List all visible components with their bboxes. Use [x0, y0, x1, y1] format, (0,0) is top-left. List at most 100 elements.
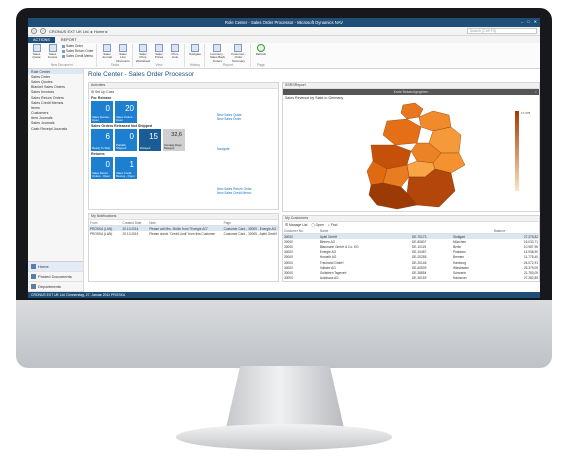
ribbon-group-label: View	[155, 63, 163, 68]
monitor-stand-neck	[226, 366, 344, 428]
my-customers-panel: My Customers ☰ Manage List ▢ Open ⌕ Find…	[282, 215, 540, 282]
home-icon	[31, 264, 36, 269]
table-cell: PROSKA (LAN)	[90, 231, 113, 236]
navigate-link[interactable]: Navigate	[217, 147, 230, 151]
ribbon-group-view: Sales Price Worksheet Sales Prices Price…	[136, 44, 186, 68]
cue-links: New Sales Quote New Sales Order	[217, 113, 242, 122]
manage-list-button[interactable]: ☰ Manage List	[285, 223, 307, 227]
cue-tile-sales-return-orders-open[interactable]: 0 Sales Return Orders - Open	[91, 157, 113, 179]
customers-table: Customer No. Name Balance 30000 Apfel GmbH D…	[283, 228, 539, 282]
minimize-button[interactable]: –	[521, 19, 523, 24]
table-body: 30000 Apfel GmbH DE-70173 Stuttgart 27.275,8…	[283, 233, 539, 282]
back-icon[interactable]: ‹	[31, 28, 37, 34]
table-cell: 22.354,15	[493, 281, 539, 282]
forward-icon[interactable]: ›	[40, 28, 46, 34]
ribbon-group-label: Tasks	[110, 63, 120, 68]
status-bar: CRONUS EXT UK Ltd. Donnerstag, 27. Janua…	[28, 292, 540, 298]
cue-tile-average-days-delayed[interactable]: 32,6 Average Days Delayed	[163, 129, 185, 151]
ribbon: Sales Quote Sales Invoice Sales Order Sa…	[28, 43, 540, 69]
monitor-chin	[16, 300, 552, 368]
monitor-stand-foot	[176, 424, 392, 450]
new-sales-order-link[interactable]: New Sales Order	[217, 117, 242, 121]
close-button[interactable]: ✕	[534, 19, 537, 24]
sales-return-order-button[interactable]: Sales Return Order	[62, 49, 93, 53]
map-region[interactable]	[382, 118, 422, 146]
map-regions	[366, 102, 466, 210]
cue-tile-sales-orders-open[interactable]: 20 Sales Orders - Open	[115, 101, 137, 123]
sales-credit-memo-button[interactable]: Sales Credit Memo	[62, 54, 93, 58]
customer-order-summary-button[interactable]: Customer - Order Summary	[229, 44, 247, 63]
sidebar-item[interactable]: Cash Receipt Journals	[28, 126, 83, 131]
cue-group-for-release: 0 Sales Quotes - Open 20 Sales Orders - Op…	[89, 101, 278, 123]
page-title: Role Center - Sales Order Processor	[88, 71, 195, 78]
sales-prices-button[interactable]: Sales Prices	[152, 44, 165, 63]
sales-journal-button[interactable]: Sales Journal	[100, 44, 113, 63]
ribbon-group-label: History	[190, 63, 200, 67]
cue-group-released: 6 Ready To Ship 0 Partially Shipped 15 Dela…	[89, 129, 278, 151]
window-controls: – □ ✕	[521, 19, 537, 24]
table-row[interactable]: 30000Lyon GmbHDE-36093Düsseldorf22.354,1…	[283, 281, 539, 282]
search-input[interactable]: Search (Ctrl+F3)	[467, 28, 537, 34]
navigation-list: Role Center Sales Order Sales Quotes Blanke…	[28, 69, 83, 131]
table-cell: Lyon GmbH	[319, 281, 411, 282]
sales-invoice-button[interactable]: Sales Invoice	[46, 44, 59, 63]
table-cell: Customer Card - 30009 - Energie AG	[222, 225, 278, 232]
notifications-table: From Created Date Note Page PROSKA (LAN) 20.…	[89, 220, 278, 236]
worksheet-icon	[138, 44, 147, 52]
navigation-pane-buttons: Home Posted Documents Departments	[28, 261, 83, 292]
legend-color-scale	[515, 111, 519, 191]
ribbon-group-page: Refresh Page	[254, 44, 270, 67]
price-lists-button[interactable]: Price Lists	[168, 44, 181, 63]
ribbon-group-label: New Document	[50, 63, 73, 67]
table-cell: DE-36093	[411, 281, 452, 282]
document-icon	[32, 44, 41, 52]
cue-tile-ready-to-ship[interactable]: 6 Ready To Ship	[91, 129, 113, 151]
table-row[interactable]: PROSKA (LAN) 20.10.2014 Please check "Cred…	[89, 231, 278, 236]
cue-links: Navigate	[217, 147, 230, 151]
main-area: Role Center - Sales Order Processor Acti…	[84, 69, 540, 292]
nav-button-posted-documents[interactable]: Posted Documents	[28, 272, 83, 282]
title-bar: Role Center - Sales Order Processor - Mi…	[28, 18, 540, 27]
table-cell: 30000	[283, 281, 319, 282]
navigate-button[interactable]: Navigate	[188, 44, 201, 63]
cue-tile-delayed[interactable]: 15 Delayed	[139, 129, 161, 151]
cue-links: New Sales Return Order New Sales Credit …	[217, 187, 252, 196]
search-icon[interactable]: ⌕	[535, 90, 537, 94]
navigation-bar: ‹ › CRONUS EXT UK Ltd. ▸ Home ▸ Search (…	[28, 27, 540, 36]
journal-icon	[102, 44, 111, 52]
breadcrumb[interactable]: CRONUS EXT UK Ltd. ▸ Home ▸	[49, 29, 108, 34]
ribbon-group-tasks: Sales Journal Sales Line Discounts Tasks	[100, 44, 134, 68]
nav-button-home[interactable]: Home	[28, 262, 83, 272]
report-icon	[213, 44, 222, 52]
tab-actions[interactable]: ACTIONS	[28, 36, 55, 43]
document-icon	[48, 44, 57, 52]
nav-button-departments[interactable]: Departments	[28, 282, 83, 292]
cue-group-returns: 0 Sales Return Orders - Open 1 Sales Credi…	[89, 157, 278, 179]
tab-report[interactable]: REPORT	[56, 37, 82, 43]
window-title: Role Center - Sales Order Processor - Mi…	[224, 20, 344, 25]
ribbon-group-label: Report	[223, 63, 233, 68]
ribbon-group-new-document: Sales Quote Sales Invoice Sales Order Sa…	[30, 44, 98, 67]
ribbon-group-report: Inventory - Sales Back Orders Customer -…	[208, 44, 252, 68]
price-icon	[154, 44, 163, 52]
new-sales-credit-memo-link[interactable]: New Sales Credit Memo	[217, 191, 252, 195]
find-button[interactable]: ⌕ Find	[328, 223, 337, 227]
cue-tile-sales-quotes-open[interactable]: 0 Sales Quotes - Open	[91, 101, 113, 123]
inventory-sales-back-orders-button[interactable]: Inventory - Sales Back Orders	[208, 44, 226, 63]
report-toolbar-title: Karte Bekanntgegeben	[393, 90, 429, 94]
sales-price-worksheet-button[interactable]: Sales Price Worksheet	[136, 44, 150, 63]
table-cell: Customer Card - 30005 - Apfel GmbH	[223, 231, 277, 236]
table-cell: Please check "Credit Limit" from this Cu…	[149, 231, 216, 236]
germany-revenue-map: 17.378	[366, 102, 531, 210]
sales-order-button[interactable]: Sales Order	[62, 44, 93, 48]
sales-quote-button[interactable]: Sales Quote	[30, 44, 43, 63]
maximize-button[interactable]: □	[527, 19, 529, 24]
sales-line-discounts-button[interactable]: Sales Line Discounts	[116, 44, 130, 63]
open-button[interactable]: ▢ Open	[311, 223, 323, 227]
discount-icon	[118, 44, 127, 52]
refresh-icon	[256, 44, 265, 52]
cue-tile-partially-shipped[interactable]: 0 Partially Shipped	[115, 129, 137, 151]
cue-tile-sales-credit-memos-open[interactable]: 1 Sales Credit Memos - Open	[115, 157, 137, 179]
departments-icon	[31, 284, 36, 289]
refresh-button[interactable]: Refresh	[254, 44, 267, 63]
